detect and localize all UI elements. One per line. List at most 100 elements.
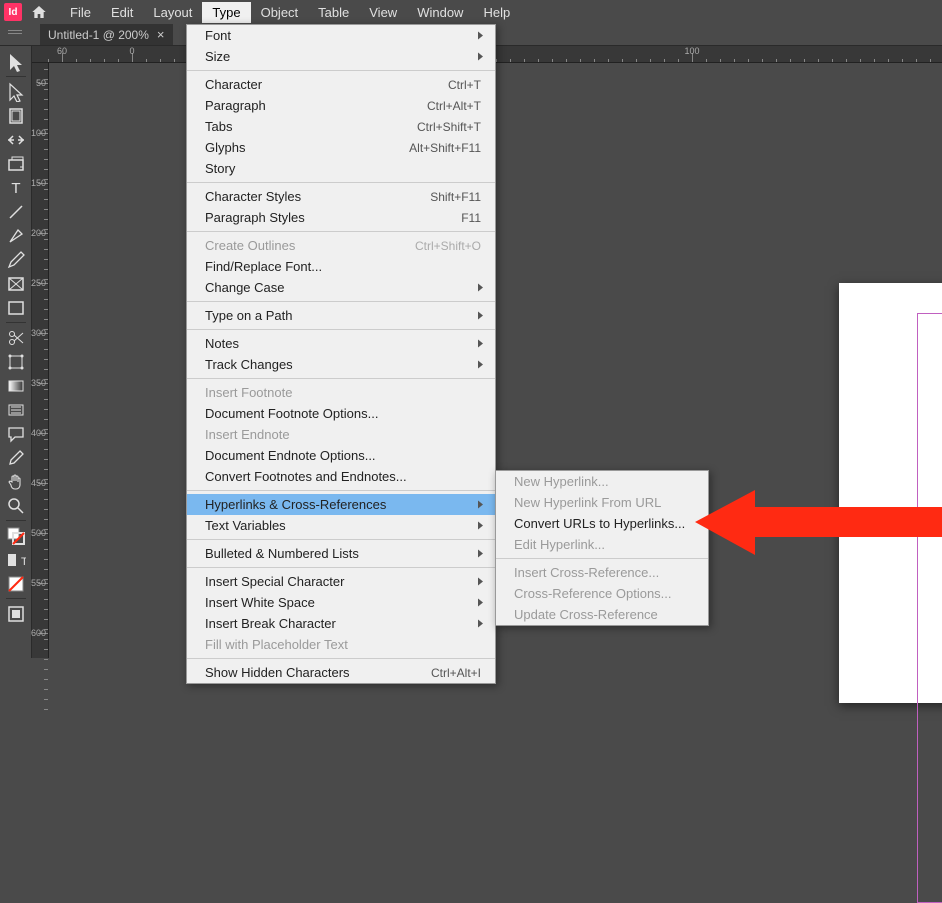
type-tool[interactable]: T [2, 176, 30, 200]
ruler-h-label: 60 [57, 46, 67, 56]
submenu-arrow-icon [477, 518, 485, 533]
menu-item-label: Insert Cross-Reference... [514, 565, 659, 580]
menu-item-insert-special-character[interactable]: Insert Special Character [187, 571, 495, 592]
menu-item-story[interactable]: Story [187, 158, 495, 179]
menu-item-font[interactable]: Font [187, 25, 495, 46]
fill-stroke-swatch[interactable] [2, 524, 30, 548]
menu-separator [187, 658, 495, 659]
menu-item-label: Tabs [205, 119, 232, 134]
pencil-tool[interactable] [2, 248, 30, 272]
menu-file[interactable]: File [60, 2, 101, 23]
menu-item-label: Insert Break Character [205, 616, 336, 631]
document-page[interactable] [839, 283, 942, 703]
menu-item-convert-footnotes-and-endnotes[interactable]: Convert Footnotes and Endnotes... [187, 466, 495, 487]
menu-item-glyphs[interactable]: GlyphsAlt+Shift+F11 [187, 137, 495, 158]
menu-item-change-case[interactable]: Change Case [187, 277, 495, 298]
home-icon[interactable] [28, 1, 50, 23]
menu-object[interactable]: Object [251, 2, 309, 23]
menu-item-size[interactable]: Size [187, 46, 495, 67]
scissors-tool[interactable] [2, 326, 30, 350]
menu-item-paragraph-styles[interactable]: Paragraph StylesF11 [187, 207, 495, 228]
view-mode[interactable] [2, 602, 30, 626]
menu-item-track-changes[interactable]: Track Changes [187, 354, 495, 375]
document-tab[interactable]: Untitled-1 @ 200% × [40, 24, 173, 45]
menu-layout[interactable]: Layout [143, 2, 202, 23]
menu-item-label: Document Endnote Options... [205, 448, 376, 463]
menu-item-label: Update Cross-Reference [514, 607, 658, 622]
content-collector-tool[interactable] [2, 152, 30, 176]
page-tool[interactable] [2, 104, 30, 128]
menu-item-label: Paragraph [205, 98, 266, 113]
menu-item-insert-white-space[interactable]: Insert White Space [187, 592, 495, 613]
menubar: Id FileEditLayoutTypeObjectTableViewWind… [0, 0, 942, 24]
menu-table[interactable]: Table [308, 2, 359, 23]
menu-item-create-outlines: Create OutlinesCtrl+Shift+O [187, 235, 495, 256]
menu-item-label: Document Footnote Options... [205, 406, 378, 421]
menu-item-tabs[interactable]: TabsCtrl+Shift+T [187, 116, 495, 137]
menu-item-character-styles[interactable]: Character StylesShift+F11 [187, 186, 495, 207]
menu-item-label: Insert Special Character [205, 574, 344, 589]
document-tab-title: Untitled-1 @ 200% [48, 28, 149, 42]
direct-selection-tool[interactable] [2, 80, 30, 104]
menu-edit[interactable]: Edit [101, 2, 143, 23]
menu-item-label: Insert Endnote [205, 427, 290, 442]
panel-handle-icon[interactable] [4, 28, 26, 38]
menu-separator [187, 329, 495, 330]
menu-type[interactable]: Type [202, 2, 250, 23]
menu-item-label: Font [205, 28, 231, 43]
pen-tool[interactable] [2, 224, 30, 248]
menu-item-document-endnote-options[interactable]: Document Endnote Options... [187, 445, 495, 466]
menu-item-character[interactable]: CharacterCtrl+T [187, 74, 495, 95]
menu-window[interactable]: Window [407, 2, 473, 23]
note-tool[interactable] [2, 422, 30, 446]
menu-item-shortcut: Ctrl+Alt+T [427, 99, 481, 113]
menu-item-insert-break-character[interactable]: Insert Break Character [187, 613, 495, 634]
menu-item-find-replace-font[interactable]: Find/Replace Font... [187, 256, 495, 277]
close-icon[interactable]: × [157, 27, 165, 42]
menu-help[interactable]: Help [473, 2, 520, 23]
menu-item-label: Text Variables [205, 518, 286, 533]
menu-item-document-footnote-options[interactable]: Document Footnote Options... [187, 403, 495, 424]
gradient-swatch-tool[interactable] [2, 374, 30, 398]
menu-item-label: Character [205, 77, 262, 92]
menu-view[interactable]: View [359, 2, 407, 23]
rectangle-tool[interactable] [2, 296, 30, 320]
zoom-tool[interactable] [2, 494, 30, 518]
submenu-arrow-icon [477, 497, 485, 512]
menu-item-bulleted-numbered-lists[interactable]: Bulleted & Numbered Lists [187, 543, 495, 564]
submenu-arrow-icon [477, 595, 485, 610]
menu-item-paragraph[interactable]: Paragraph Ctrl+Alt+T [187, 95, 495, 116]
menu-separator [187, 539, 495, 540]
menu-item-label: Insert Footnote [205, 385, 292, 400]
rectangle-frame-tool[interactable] [2, 272, 30, 296]
menu-item-cross-reference-options: Cross-Reference Options... [496, 583, 708, 604]
submenu-arrow-icon [477, 308, 485, 323]
menu-item-show-hidden-characters[interactable]: Show Hidden CharactersCtrl+Alt+I [187, 662, 495, 683]
free-transform-tool[interactable] [2, 350, 30, 374]
menu-item-shortcut: Ctrl+Alt+I [431, 666, 481, 680]
hand-tool[interactable] [2, 470, 30, 494]
eyedropper-tool[interactable] [2, 446, 30, 470]
menu-separator [187, 490, 495, 491]
menu-item-label: Type on a Path [205, 308, 292, 323]
menu-item-text-variables[interactable]: Text Variables [187, 515, 495, 536]
menu-item-edit-hyperlink: Edit Hyperlink... [496, 534, 708, 555]
gap-tool[interactable] [2, 128, 30, 152]
apply-color[interactable] [2, 572, 30, 596]
type-menu-dropdown: Font Size CharacterCtrl+T Paragraph Ctrl+Alt… [186, 24, 496, 684]
submenu-arrow-icon [477, 49, 485, 64]
line-tool[interactable] [2, 200, 30, 224]
menu-item-convert-urls-to-hyperlinks[interactable]: Convert URLs to Hyperlinks... [496, 513, 708, 534]
menu-item-label: Story [205, 161, 235, 176]
selection-tool[interactable] [2, 50, 30, 74]
menu-item-label: New Hyperlink... [514, 474, 609, 489]
menu-item-label: Fill with Placeholder Text [205, 637, 348, 652]
menu-item-type-on-a-path[interactable]: Type on a Path [187, 305, 495, 326]
app-logo: Id [4, 3, 22, 21]
formatting-affects-container[interactable]: T [2, 548, 30, 572]
gradient-feather-tool[interactable] [2, 398, 30, 422]
menu-item-label: Character Styles [205, 189, 301, 204]
menu-separator [187, 70, 495, 71]
menu-item-notes[interactable]: Notes [187, 333, 495, 354]
menu-item-hyperlinks-cross-references[interactable]: Hyperlinks & Cross-References [187, 494, 495, 515]
